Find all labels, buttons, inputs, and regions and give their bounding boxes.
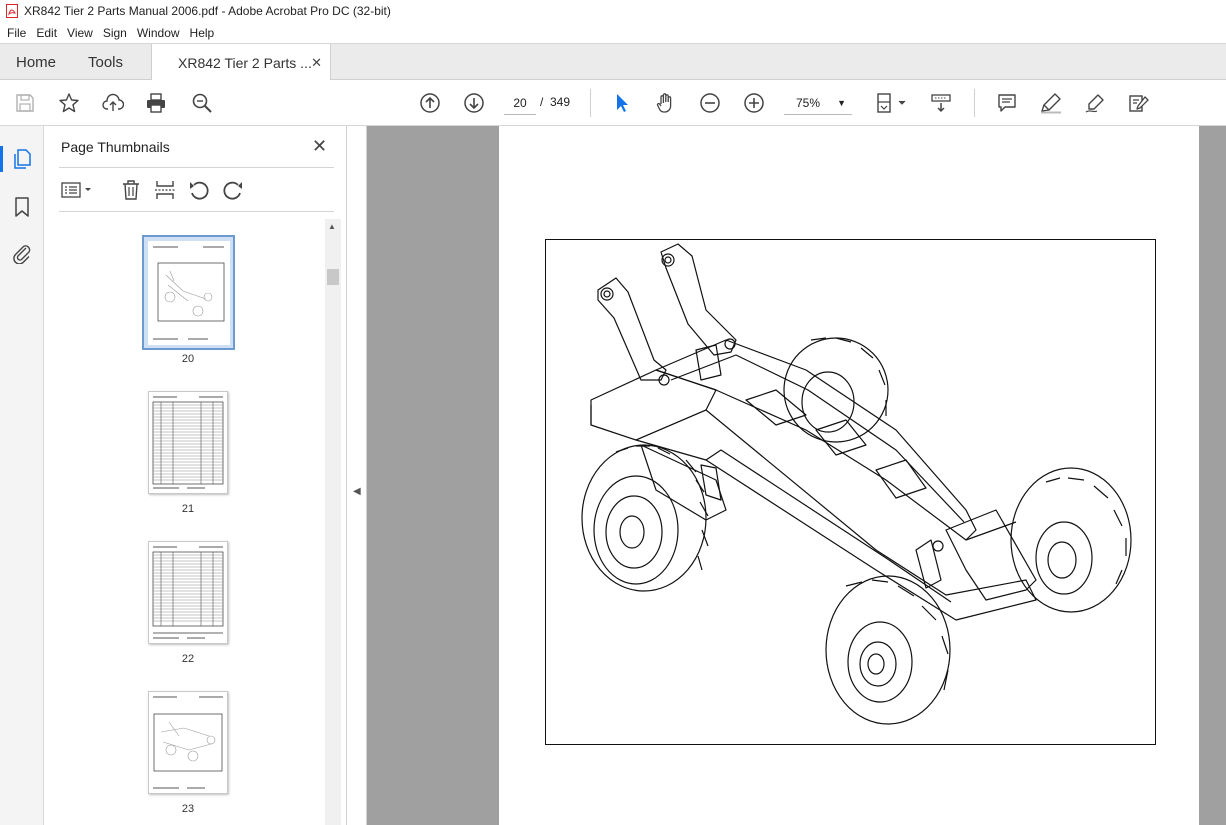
panel-divider (59, 167, 334, 168)
rear-right-wheel (1010, 467, 1132, 613)
menu-file[interactable]: File (2, 26, 31, 40)
fill-sign-icon[interactable] (1127, 91, 1151, 115)
thumbnail-page-23[interactable] (148, 691, 228, 794)
menu-sign[interactable]: Sign (98, 26, 132, 40)
active-indicator (0, 146, 3, 172)
title-bar: XR842 Tier 2 Parts Manual 2006.pdf - Ado… (0, 0, 1226, 22)
front-right-wheel (825, 575, 951, 725)
zoom-level-select[interactable]: 75% ▼ (784, 91, 852, 115)
comment-icon[interactable] (995, 91, 1019, 115)
menu-window[interactable]: Window (132, 26, 185, 40)
collapse-left-icon[interactable]: ◀ (353, 486, 361, 497)
parts-drawing-frame (545, 239, 1156, 745)
page-number-input[interactable]: 20 (504, 91, 536, 115)
main-toolbar: 20 / 349 75% ▼ (0, 80, 1226, 126)
left-navigation-rail (0, 126, 44, 825)
draw-icon[interactable] (1083, 91, 1107, 115)
menu-edit[interactable]: Edit (31, 26, 62, 40)
thumbnail-page-21[interactable] (148, 391, 228, 494)
save-icon[interactable] (13, 91, 37, 115)
document-view[interactable] (367, 126, 1226, 825)
tab-home[interactable]: Home (16, 44, 56, 80)
page-fit-icon[interactable] (874, 91, 908, 115)
bookmarks-icon[interactable] (11, 196, 33, 218)
print-icon[interactable] (144, 91, 168, 115)
tab-document[interactable]: XR842 Tier 2 Parts ... ✕ (151, 44, 331, 81)
acrobat-pdf-icon (6, 4, 18, 18)
tab-bar: Home Tools XR842 Tier 2 Parts ... ✕ (0, 43, 1226, 81)
close-icon[interactable]: ✕ (312, 136, 327, 157)
zoom-level-value: 75% (796, 96, 821, 110)
chevron-down-icon: ▼ (837, 98, 846, 108)
scroll-mode-icon[interactable] (929, 91, 953, 115)
zoom-in-icon[interactable] (742, 91, 766, 115)
panel-divider (59, 211, 334, 212)
page-down-icon[interactable] (462, 91, 486, 115)
rotate-ccw-icon[interactable] (187, 178, 211, 202)
page-thumbnails-panel: Page Thumbnails ✕ 20 21 22 23 ▲ (44, 126, 347, 825)
page-thumbnails-icon[interactable] (11, 148, 33, 170)
thumbnail-drawing-preview (148, 241, 230, 345)
page-separator: / (540, 95, 544, 109)
highlight-icon[interactable] (1039, 91, 1063, 115)
thumbnail-options-icon[interactable] (60, 178, 96, 202)
thumbnail-label: 22 (181, 653, 195, 665)
tab-document-label: XR842 Tier 2 Parts ... (178, 54, 312, 71)
hand-icon[interactable] (654, 91, 678, 115)
thumbnail-scrollbar[interactable]: ▲ (325, 219, 341, 825)
upload-icon[interactable] (101, 91, 125, 115)
menu-bar: File Edit View Sign Window Help (0, 22, 1226, 43)
zoom-out-icon[interactable] (698, 91, 722, 115)
thumbnail-parts-list-preview (152, 546, 224, 639)
machine-chassis-drawing (581, 243, 1132, 725)
window-title: XR842 Tier 2 Parts Manual 2006.pdf - Ado… (24, 4, 391, 18)
thumbnail-page-20[interactable] (142, 235, 235, 350)
delete-page-icon[interactable] (119, 178, 143, 202)
scroll-up-arrow-icon[interactable]: ▲ (328, 222, 336, 231)
rotate-cw-icon[interactable] (221, 178, 245, 202)
close-icon[interactable]: ✕ (311, 55, 322, 71)
panel-title: Page Thumbnails (61, 139, 170, 155)
menu-help[interactable]: Help (185, 26, 220, 40)
bookmark-star-icon[interactable] (57, 91, 81, 115)
select-cursor-icon[interactable] (610, 91, 634, 115)
tab-tools[interactable]: Tools (88, 44, 123, 80)
page-total: 349 (550, 95, 571, 109)
thumbnail-drawing-preview (153, 696, 223, 789)
toolbar-divider (974, 89, 975, 117)
thumbnail-page-22[interactable] (148, 541, 228, 644)
attachments-icon[interactable] (11, 242, 33, 264)
thumbnail-label: 20 (181, 353, 195, 365)
thumbnail-parts-list-preview (152, 396, 224, 489)
menu-view[interactable]: View (62, 26, 98, 40)
toolbar-divider (590, 89, 591, 117)
zoom-search-icon[interactable] (190, 91, 214, 115)
scrollbar-thumb[interactable] (327, 269, 339, 285)
insert-page-icon[interactable] (153, 178, 177, 202)
thumbnail-label: 23 (181, 803, 195, 815)
panel-collapse-strip[interactable]: ◀ (347, 126, 367, 825)
page-up-icon[interactable] (418, 91, 442, 115)
pdf-page (499, 126, 1199, 825)
thumbnail-label: 21 (181, 503, 195, 515)
